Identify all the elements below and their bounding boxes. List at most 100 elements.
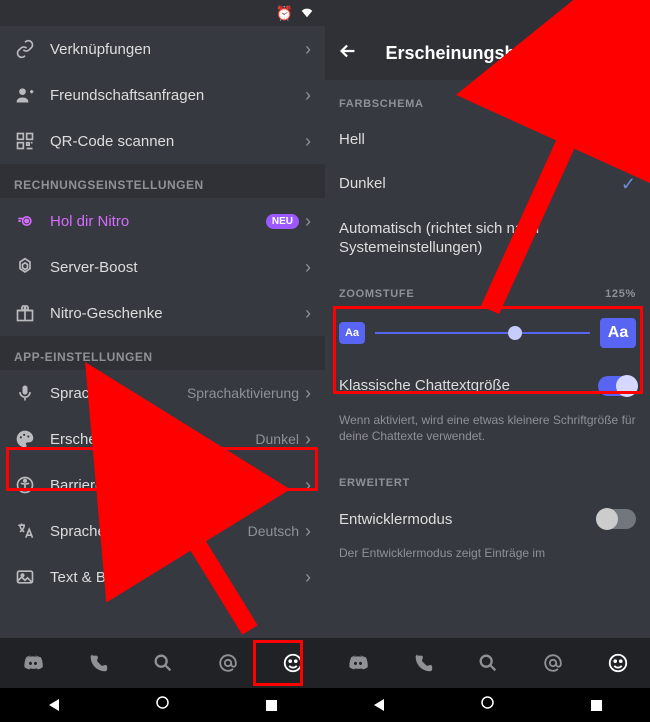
nav-home[interactable] xyxy=(481,696,494,714)
tab-search[interactable] xyxy=(468,643,508,683)
theme-option-dunkel[interactable]: Dunkel ✓ xyxy=(325,162,650,207)
zoom-slider-row: Aa Aa xyxy=(325,308,650,364)
nav-home[interactable] xyxy=(156,696,169,714)
option-label: Automatisch (richtet sich nach Systemein… xyxy=(339,219,636,258)
row-label: Sprachchat xyxy=(50,385,187,402)
chevron-right-icon: › xyxy=(305,567,311,588)
chevron-right-icon: › xyxy=(305,211,311,232)
appearance-detail-panel: ⏰ Erscheinungsbild SPEICHERN FARBSCHEMA … xyxy=(325,0,650,722)
row-verknupfungen[interactable]: Verknüpfungen › xyxy=(0,26,325,72)
row-value: Deutsch xyxy=(248,523,299,539)
entwickler-description: Der Entwicklermodus zeigt Einträge im xyxy=(325,541,650,576)
tab-emoji[interactable] xyxy=(598,643,638,683)
tab-search[interactable] xyxy=(143,643,183,683)
row-entwicklermodus[interactable]: Entwicklermodus xyxy=(325,497,650,541)
tab-calls[interactable] xyxy=(403,643,443,683)
chevron-right-icon: › xyxy=(305,131,311,152)
back-arrow-icon[interactable] xyxy=(337,40,363,67)
check-icon: ✓ xyxy=(621,174,636,195)
android-navbar xyxy=(325,688,650,722)
bottom-tabs xyxy=(0,638,325,688)
row-text-bilder[interactable]: Text & Bilder › xyxy=(0,554,325,600)
row-label: Server-Boost xyxy=(50,259,305,276)
new-badge: NEU xyxy=(266,214,299,229)
alarm-icon: ⏰ xyxy=(276,5,293,22)
row-value: Dunkel xyxy=(255,431,299,447)
aa-large-icon: Aa xyxy=(600,318,636,348)
row-nitro-geschenke[interactable]: Nitro-Geschenke › xyxy=(0,290,325,336)
boost-icon xyxy=(14,256,36,278)
nav-recent[interactable] xyxy=(266,700,277,711)
toggle-label: Klassische Chattextgröße xyxy=(339,377,598,394)
translate-icon xyxy=(14,520,36,542)
image-icon xyxy=(14,566,36,588)
tab-discord[interactable] xyxy=(338,643,378,683)
theme-option-hell[interactable]: Hell xyxy=(325,118,650,162)
wifi-icon xyxy=(299,5,315,22)
qr-icon xyxy=(14,130,36,152)
aa-small-icon: Aa xyxy=(339,322,365,344)
status-bar: ⏰ xyxy=(0,0,325,26)
row-erscheinungsbild[interactable]: Erscheinungsbild Dunkel › xyxy=(0,416,325,462)
nav-recent[interactable] xyxy=(591,700,602,711)
section-app: APP-EINSTELLUNGEN xyxy=(0,336,325,370)
row-label: Nitro-Geschenke xyxy=(50,305,305,322)
toggle-label: Entwicklermodus xyxy=(339,511,598,528)
row-label: Barrierefreiheit xyxy=(50,477,305,494)
section-zoom: ZOOMSTUFE 125% xyxy=(325,270,650,308)
row-label: Sprache xyxy=(50,523,248,540)
settings-list-panel: ⏰ Verknüpfungen › Freundschaftsanfragen … xyxy=(0,0,325,722)
chevron-right-icon: › xyxy=(305,383,311,404)
tab-mentions[interactable] xyxy=(208,643,248,683)
section-rechnung: RECHNUNGSEINSTELLUNGEN xyxy=(0,164,325,198)
wifi-icon xyxy=(624,5,640,22)
tab-calls[interactable] xyxy=(78,643,118,683)
option-label: Dunkel xyxy=(339,174,621,194)
row-barrierefreiheit[interactable]: Barrierefreiheit › xyxy=(0,462,325,508)
status-bar: ⏰ xyxy=(325,0,650,26)
gift-icon xyxy=(14,302,36,324)
row-label: Erscheinungsbild xyxy=(50,431,255,448)
row-nitro[interactable]: Hol dir Nitro NEU › xyxy=(0,198,325,244)
klassische-description: Wenn aktiviert, wird eine etwas kleinere… xyxy=(325,408,650,460)
row-freundschaftsanfragen[interactable]: Freundschaftsanfragen › xyxy=(0,72,325,118)
zoom-slider[interactable] xyxy=(375,323,590,343)
alarm-icon: ⏰ xyxy=(601,5,618,22)
row-label: QR-Code scannen xyxy=(50,133,305,150)
theme-option-auto[interactable]: Automatisch (richtet sich nach Systemein… xyxy=(325,207,650,270)
android-navbar xyxy=(0,688,325,722)
friend-request-icon xyxy=(14,84,36,106)
row-label: Verknüpfungen xyxy=(50,41,305,58)
section-label: ZOOMSTUFE xyxy=(339,288,414,300)
row-server-boost[interactable]: Server-Boost › xyxy=(0,244,325,290)
accessibility-icon xyxy=(14,474,36,496)
chevron-right-icon: › xyxy=(305,39,311,60)
toggle-switch[interactable] xyxy=(598,509,636,529)
chevron-right-icon: › xyxy=(305,85,311,106)
row-qr-scan[interactable]: QR-Code scannen › xyxy=(0,118,325,164)
row-klassische-textgroesse[interactable]: Klassische Chattextgröße xyxy=(325,364,650,408)
chevron-right-icon: › xyxy=(305,303,311,324)
chevron-right-icon: › xyxy=(305,429,311,450)
row-value: Sprachaktivierung xyxy=(187,385,299,401)
row-label: Freundschaftsanfragen xyxy=(50,87,305,104)
tab-mentions[interactable] xyxy=(533,643,573,683)
save-button[interactable]: SPEICHERN xyxy=(559,46,638,60)
nav-back[interactable] xyxy=(49,699,59,711)
nav-back[interactable] xyxy=(374,699,384,711)
section-erweitert: ERWEITERT xyxy=(325,459,650,497)
slider-thumb[interactable] xyxy=(508,326,522,340)
chevron-right-icon: › xyxy=(305,521,311,542)
row-sprache[interactable]: Sprache Deutsch › xyxy=(0,508,325,554)
link-icon xyxy=(14,38,36,60)
palette-icon xyxy=(14,428,36,450)
chevron-right-icon: › xyxy=(305,257,311,278)
section-farbschema: FARBSCHEMA xyxy=(325,80,650,118)
row-sprachchat[interactable]: Sprachchat Sprachaktivierung › xyxy=(0,370,325,416)
chevron-right-icon: › xyxy=(305,475,311,496)
tab-discord[interactable] xyxy=(13,643,53,683)
bottom-tabs xyxy=(325,638,650,688)
toggle-switch[interactable] xyxy=(598,376,636,396)
tab-emoji[interactable] xyxy=(273,643,313,683)
row-label: Hol dir Nitro xyxy=(50,213,266,230)
